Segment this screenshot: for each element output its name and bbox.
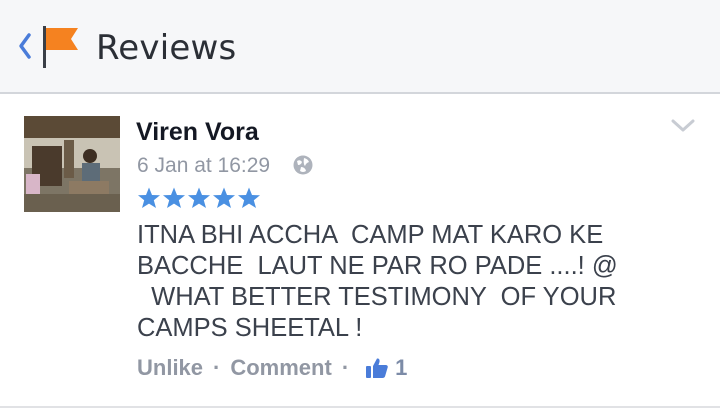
orange-flag-icon[interactable] — [38, 22, 82, 72]
unlike-button[interactable]: Unlike — [137, 355, 203, 381]
chevron-left-icon[interactable] — [18, 32, 32, 60]
star-icon — [163, 187, 185, 208]
page-title: Reviews — [96, 28, 237, 68]
app-header: Reviews — [0, 0, 720, 94]
review-actions: Unlike · Comment · 1 — [137, 355, 407, 381]
action-separator: · — [341, 355, 350, 380]
star-icon — [138, 187, 160, 208]
star-icon — [238, 187, 260, 208]
review-author[interactable]: Viren Vora — [136, 118, 259, 147]
review-card: Viren Vora 6 Jan at 16:29 ITNA BHI ACCHA… — [0, 96, 720, 408]
chevron-down-icon[interactable] — [670, 118, 696, 134]
star-rating — [137, 186, 261, 212]
star-icon — [188, 187, 210, 208]
review-text: ITNA BHI ACCHA CAMP MAT KARO KE BACCHE L… — [137, 221, 618, 342]
comment-button[interactable]: Comment — [230, 355, 331, 381]
globe-icon — [293, 155, 313, 175]
avatar[interactable] — [24, 116, 120, 212]
thumbs-up-icon[interactable] — [365, 356, 389, 380]
star-icon — [213, 187, 235, 208]
avatar-photo — [24, 116, 120, 212]
review-timestamp[interactable]: 6 Jan at 16:29 — [137, 154, 270, 178]
like-count[interactable]: 1 — [395, 355, 407, 381]
action-separator: · — [213, 355, 221, 380]
